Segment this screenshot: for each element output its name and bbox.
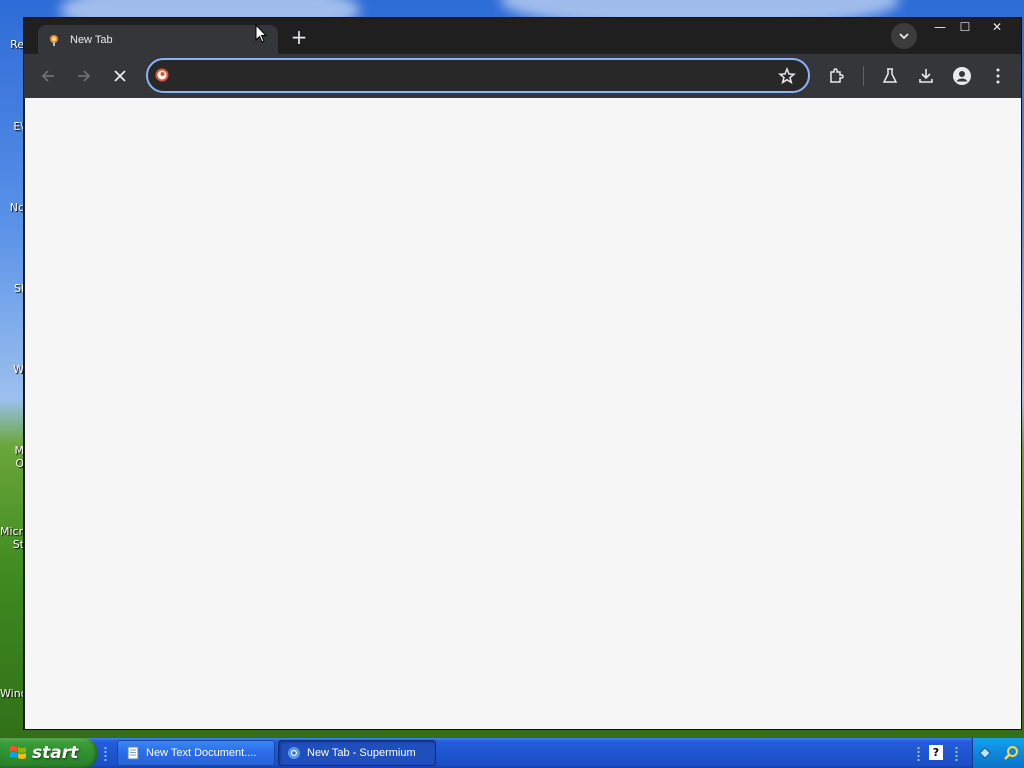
taskbar-grip [917, 746, 920, 762]
tab-search-button[interactable] [891, 23, 917, 49]
forward-button[interactable] [72, 64, 96, 88]
toolbar-divider [863, 66, 864, 86]
address-input[interactable] [178, 66, 758, 86]
tab-new-tab[interactable]: New Tab [38, 25, 278, 54]
new-tab-button[interactable]: + [287, 27, 311, 49]
taskbar-item-supermium[interactable]: New Tab - Supermium [278, 740, 436, 766]
start-label: start [32, 743, 79, 763]
desktop-icon-label[interactable]: E\ [0, 120, 24, 133]
extensions-button[interactable] [825, 64, 849, 88]
desktop-icon-label[interactable]: Micro [0, 525, 24, 538]
download-icon [919, 69, 933, 83]
start-button[interactable]: start [0, 738, 97, 768]
desktop-icon-label[interactable]: Wind [0, 687, 24, 700]
search-icon[interactable] [1003, 745, 1019, 761]
desktop-icon-label[interactable]: Re [0, 38, 24, 51]
downloads-button[interactable] [914, 64, 938, 88]
kebab-menu-icon [996, 68, 1000, 84]
mouse-cursor-icon [255, 24, 267, 43]
star-icon[interactable] [778, 67, 796, 85]
desktop-icon-label[interactable]: Nc [0, 201, 24, 214]
browser-window: New Tab + — ☐ ✕ [23, 17, 1022, 730]
forward-arrow-icon [78, 70, 91, 82]
labs-button[interactable] [878, 64, 902, 88]
duckduckgo-icon [155, 68, 169, 82]
system-tray [972, 738, 1024, 768]
taskbar-grip [955, 746, 958, 762]
taskbar: start New Text Document.... New Tab - Su… [0, 738, 1024, 768]
chevron-down-icon [899, 33, 909, 40]
page-content[interactable] [25, 98, 1021, 729]
stop-button[interactable] [108, 64, 132, 88]
network-icon[interactable] [978, 746, 992, 760]
browser-toolbar [24, 54, 1021, 98]
taskbar-item-label: New Tab - Supermium [307, 747, 416, 759]
supermium-icon [288, 747, 300, 759]
address-bar[interactable] [146, 58, 810, 93]
taskbar-item-notepad[interactable]: New Text Document.... [117, 740, 275, 766]
taskbar-grip [104, 746, 107, 762]
notepad-icon [127, 746, 139, 760]
profile-icon [953, 67, 971, 85]
desktop-icon-label[interactable]: St [0, 538, 24, 551]
desktop-icon-label[interactable]: W [0, 363, 24, 376]
taskbar-item-label: New Text Document.... [146, 747, 257, 759]
desktop-icon-label[interactable]: Sl [0, 282, 24, 295]
help-icon[interactable]: ? [929, 745, 943, 760]
supermium-icon [50, 34, 58, 46]
desktop-icon-label[interactable]: M [0, 444, 25, 457]
windows-flag-icon [10, 746, 26, 759]
flask-icon [882, 68, 898, 83]
back-button[interactable] [36, 64, 60, 88]
desktop-icon-label[interactable]: O [0, 457, 24, 470]
puzzle-icon [830, 68, 844, 83]
stop-icon [114, 70, 126, 82]
tab-title: New Tab [70, 33, 113, 46]
tab-strip: New Tab + — ☐ ✕ [24, 18, 1021, 54]
profile-button[interactable] [950, 64, 974, 88]
close-button[interactable]: ✕ [982, 18, 1012, 36]
maximize-button[interactable]: ☐ [950, 18, 980, 36]
back-arrow-icon [41, 70, 54, 82]
menu-button[interactable] [986, 64, 1010, 88]
